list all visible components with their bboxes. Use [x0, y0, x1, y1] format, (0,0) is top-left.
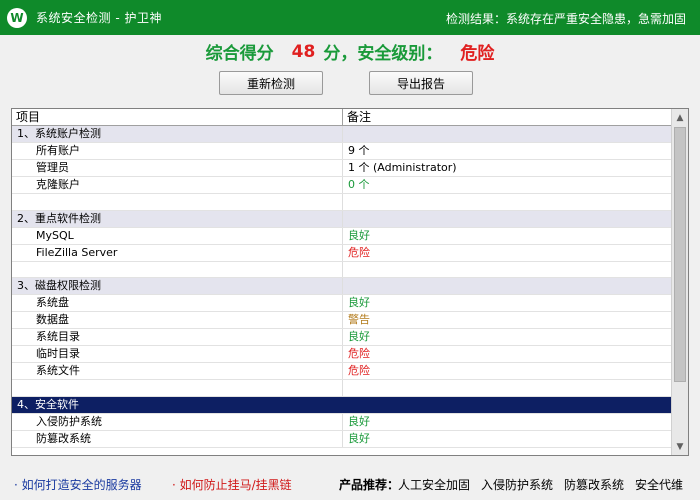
results-grid[interactable]: 项目 备注 1、系统账户检测 所有账户 9 个 管理员 1 个 (Adminis…: [11, 108, 689, 456]
score-summary: 综合得分 48 分，安全级别： 危险: [0, 35, 700, 68]
security-level: 危险: [460, 44, 495, 64]
blank-row[interactable]: [12, 380, 672, 397]
table-row[interactable]: 克隆账户 0 个: [12, 176, 672, 194]
row-item: 4、安全软件: [12, 397, 343, 413]
row-note: 警告: [348, 313, 370, 327]
column-header-item[interactable]: 项目: [12, 109, 343, 125]
row-item: 系统目录: [12, 329, 343, 346]
row-item: [12, 193, 343, 210]
product-recommend-label: 产品推荐：: [339, 478, 400, 492]
row-item: 入侵防护系统: [12, 413, 343, 430]
row-note: 良好: [348, 414, 370, 428]
product-recommend-list: 人工安全加固 入侵防护系统 防篡改系统 安全代维: [398, 476, 683, 493]
row-note: 良好: [348, 296, 370, 310]
category-row[interactable]: 2、重点软件检测: [12, 210, 672, 228]
score-value: 48: [291, 41, 316, 62]
row-item: 3、磁盘权限检测: [12, 278, 343, 295]
app-logo-icon: W: [7, 7, 27, 28]
row-note: [343, 278, 672, 294]
anti-trojan-guide-link[interactable]: · 如何防止挂马/挂黑链: [172, 476, 292, 493]
row-item: 系统盘: [12, 295, 343, 312]
scroll-up-arrow-icon[interactable]: ▲: [672, 109, 688, 126]
row-note: 良好: [348, 431, 370, 445]
redetect-button[interactable]: 重新检测: [219, 71, 323, 95]
row-note: [343, 126, 672, 142]
column-header-note[interactable]: 备注: [343, 109, 672, 125]
row-note: 危险: [348, 347, 370, 361]
recommend-link-tamper[interactable]: 防篡改系统: [564, 476, 624, 493]
recommend-link-intrusion[interactable]: 入侵防护系统: [481, 476, 553, 493]
title-bar: W 系统安全检测 - 护卫神 检测结果：系统存在严重安全隐患，急需加固: [0, 0, 700, 35]
table-row[interactable]: 所有账户 9 个: [12, 142, 672, 160]
row-item: 克隆账户: [12, 176, 343, 193]
row-item: FileZilla Server: [12, 244, 343, 261]
row-note: 良好: [348, 228, 370, 242]
scroll-thumb[interactable]: [674, 127, 686, 382]
row-note: 危险: [348, 364, 370, 378]
row-item: 系统文件: [12, 363, 343, 380]
table-row[interactable]: 临时目录 危险: [12, 346, 672, 364]
grid-rows: 1、系统账户检测 所有账户 9 个 管理员 1 个 (Administrator…: [12, 126, 672, 448]
row-note: [343, 194, 672, 210]
score-label: 综合得分: [205, 44, 274, 64]
blank-row[interactable]: [12, 261, 672, 279]
table-row[interactable]: 入侵防护系统 良好: [12, 413, 672, 431]
row-note: [343, 380, 672, 396]
row-item: [12, 380, 343, 396]
row-note: 1 个 (Administrator): [348, 160, 457, 174]
blank-row[interactable]: [12, 193, 672, 211]
table-row[interactable]: MySQL 良好: [12, 227, 672, 245]
row-item: [12, 261, 343, 278]
row-item: 管理员: [12, 159, 343, 176]
category-row[interactable]: 3、磁盘权限检测: [12, 278, 672, 296]
row-item: 临时目录: [12, 346, 343, 363]
secure-server-guide-link[interactable]: · 如何打造安全的服务器: [14, 476, 142, 493]
table-row[interactable]: FileZilla Server 危险: [12, 244, 672, 262]
row-note: [343, 211, 672, 227]
row-note: [343, 262, 672, 278]
row-item: 1、系统账户检测: [12, 126, 343, 142]
row-item: 防篡改系统: [12, 430, 343, 447]
table-row[interactable]: 管理员 1 个 (Administrator): [12, 159, 672, 177]
row-item: 所有账户: [12, 142, 343, 159]
scroll-down-arrow-icon[interactable]: ▼: [672, 438, 688, 455]
export-report-button[interactable]: 导出报告: [369, 71, 473, 95]
row-note: 良好: [348, 330, 370, 344]
table-row[interactable]: 数据盘 警告: [12, 312, 672, 330]
row-note: 危险: [348, 245, 370, 259]
footer-bar: · 如何打造安全的服务器 · 如何防止挂马/挂黑链 产品推荐： 人工安全加固 入…: [0, 466, 700, 500]
row-note: 0 个: [348, 177, 370, 191]
row-item: MySQL: [12, 227, 343, 244]
row-note: 9 个: [348, 143, 370, 157]
row-note: [343, 397, 672, 413]
score-unit-level-label: 分，安全级别：: [323, 44, 443, 64]
vertical-scrollbar[interactable]: ▲ ▼: [671, 109, 688, 455]
table-row[interactable]: 系统盘 良好: [12, 295, 672, 313]
category-row-selected[interactable]: 4、安全软件: [12, 397, 672, 414]
category-row[interactable]: 1、系统账户检测: [12, 126, 672, 143]
recommend-link-ops[interactable]: 安全代维: [635, 476, 683, 493]
row-item: 数据盘: [12, 312, 343, 329]
table-row[interactable]: 防篡改系统 良好: [12, 430, 672, 448]
recommend-link-hardening[interactable]: 人工安全加固: [398, 476, 470, 493]
window-title: 系统安全检测 - 护卫神: [36, 11, 162, 25]
table-row[interactable]: 系统文件 危险: [12, 363, 672, 381]
row-item: 2、重点软件检测: [12, 210, 343, 227]
scan-result-text: 检测结果：系统存在严重安全隐患，急需加固: [445, 12, 686, 26]
table-row[interactable]: 系统目录 良好: [12, 329, 672, 347]
grid-header: 项目 备注: [12, 109, 672, 126]
